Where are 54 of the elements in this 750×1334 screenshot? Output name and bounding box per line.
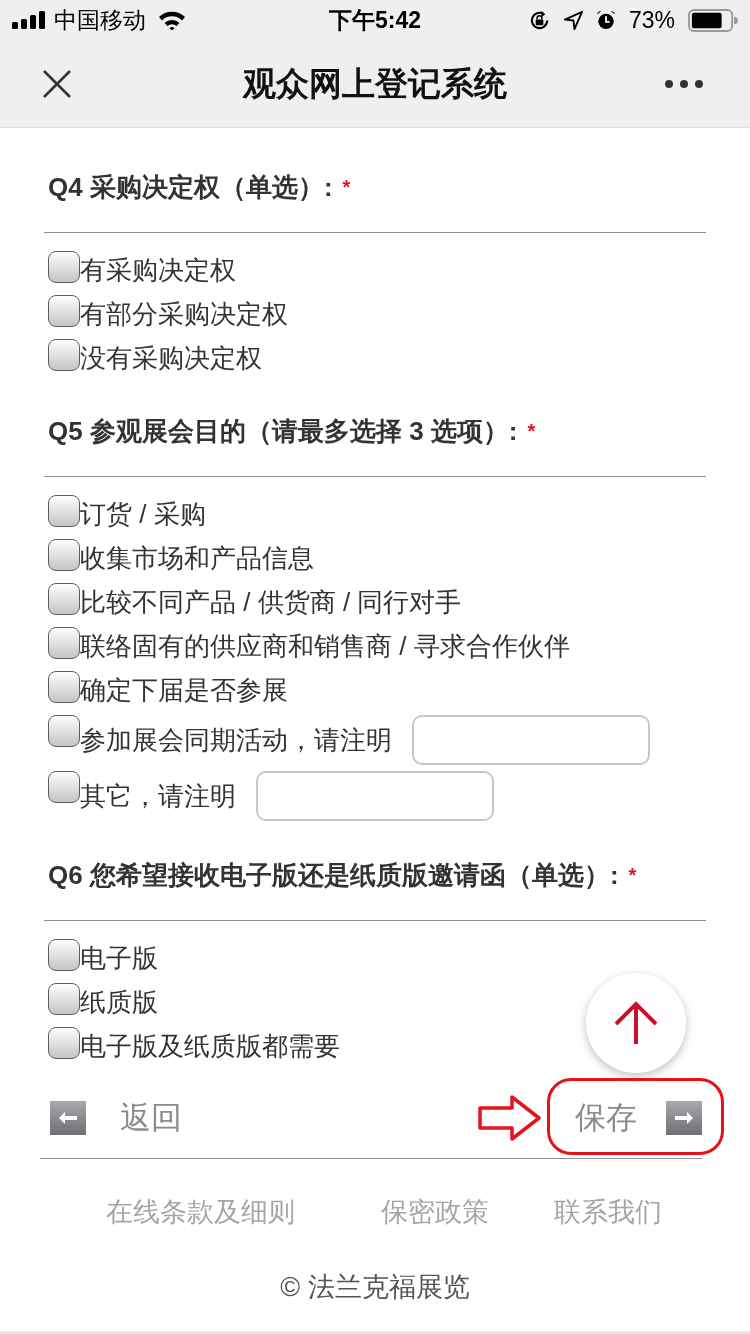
checkbox[interactable] (48, 251, 80, 283)
checkbox[interactable] (48, 583, 80, 615)
outline-arrow-icon (478, 1094, 542, 1142)
checkbox[interactable] (48, 771, 80, 803)
battery-percent: 73% (628, 6, 675, 34)
option-label: 纸质版 (80, 986, 158, 1019)
option-label: 有采购决定权 (80, 254, 236, 287)
checkbox[interactable] (48, 983, 80, 1015)
page-title: 观众网上登记系统 (241, 63, 508, 104)
option-label: 有部分采购决定权 (80, 298, 288, 331)
option-label: 参加展会同期活动，请注明 (80, 724, 392, 757)
option-label: 订货 / 采购 (80, 498, 206, 531)
footer-link[interactable]: 保密政策 (381, 1194, 489, 1230)
battery-icon (688, 8, 738, 32)
clock-time: 下午5:42 (328, 6, 421, 34)
option-label: 收集市场和产品信息 (80, 542, 314, 575)
required-asterisk: * (628, 865, 637, 885)
footer-link[interactable]: 联系我们 (554, 1194, 662, 1230)
question-heading: Q5 参观展会目的（请最多选择 3 选项）: (48, 416, 518, 446)
option-label: 比较不同产品 / 供货商 / 同行对手 (80, 586, 462, 619)
location-arrow-icon (563, 10, 583, 30)
checkbox[interactable] (48, 671, 80, 703)
alarm-clock-icon (595, 10, 616, 30)
question-heading: Q6 您希望接收电子版还是纸质版邀请函（单选）: (48, 860, 619, 890)
option-label: 电子版及纸质版都需要 (80, 1030, 340, 1063)
checkbox[interactable] (48, 495, 80, 527)
required-asterisk: * (342, 177, 351, 197)
option-label: 其它，请注明 (80, 780, 236, 813)
checkbox[interactable] (48, 939, 80, 971)
checkbox[interactable] (48, 339, 80, 371)
footer-link[interactable]: 在线条款及细则 (106, 1194, 295, 1230)
wifi-icon (158, 10, 186, 30)
signal-bars-icon (12, 11, 46, 29)
required-asterisk: * (527, 421, 536, 441)
checkbox[interactable] (48, 295, 80, 327)
checkbox[interactable] (48, 1027, 80, 1059)
scroll-top-button[interactable] (586, 973, 686, 1073)
option-label: 确定下届是否参展 (80, 674, 288, 707)
checkbox[interactable] (48, 627, 80, 659)
copyright-text: © 法兰克福展览 (280, 1271, 470, 1304)
checkbox[interactable] (48, 539, 80, 571)
input-field[interactable] (256, 771, 494, 821)
option-label: 没有采购决定权 (80, 342, 262, 375)
question-heading: Q4 采购决定权（单选）: (48, 172, 333, 202)
input-field[interactable] (412, 715, 650, 765)
option-label: 联络固有的供应商和销售商 / 寻求合作伙伴 (80, 630, 570, 663)
save-button[interactable]: 保存 (575, 1098, 702, 1138)
back-button[interactable]: 返回 (50, 1098, 182, 1138)
more-icon (665, 79, 703, 88)
up-arrow-icon (614, 1001, 658, 1045)
carrier-name: 中国移动 (54, 6, 146, 34)
option-label: 电子版 (80, 942, 158, 975)
checkbox[interactable] (48, 715, 80, 747)
close-icon (42, 68, 72, 99)
